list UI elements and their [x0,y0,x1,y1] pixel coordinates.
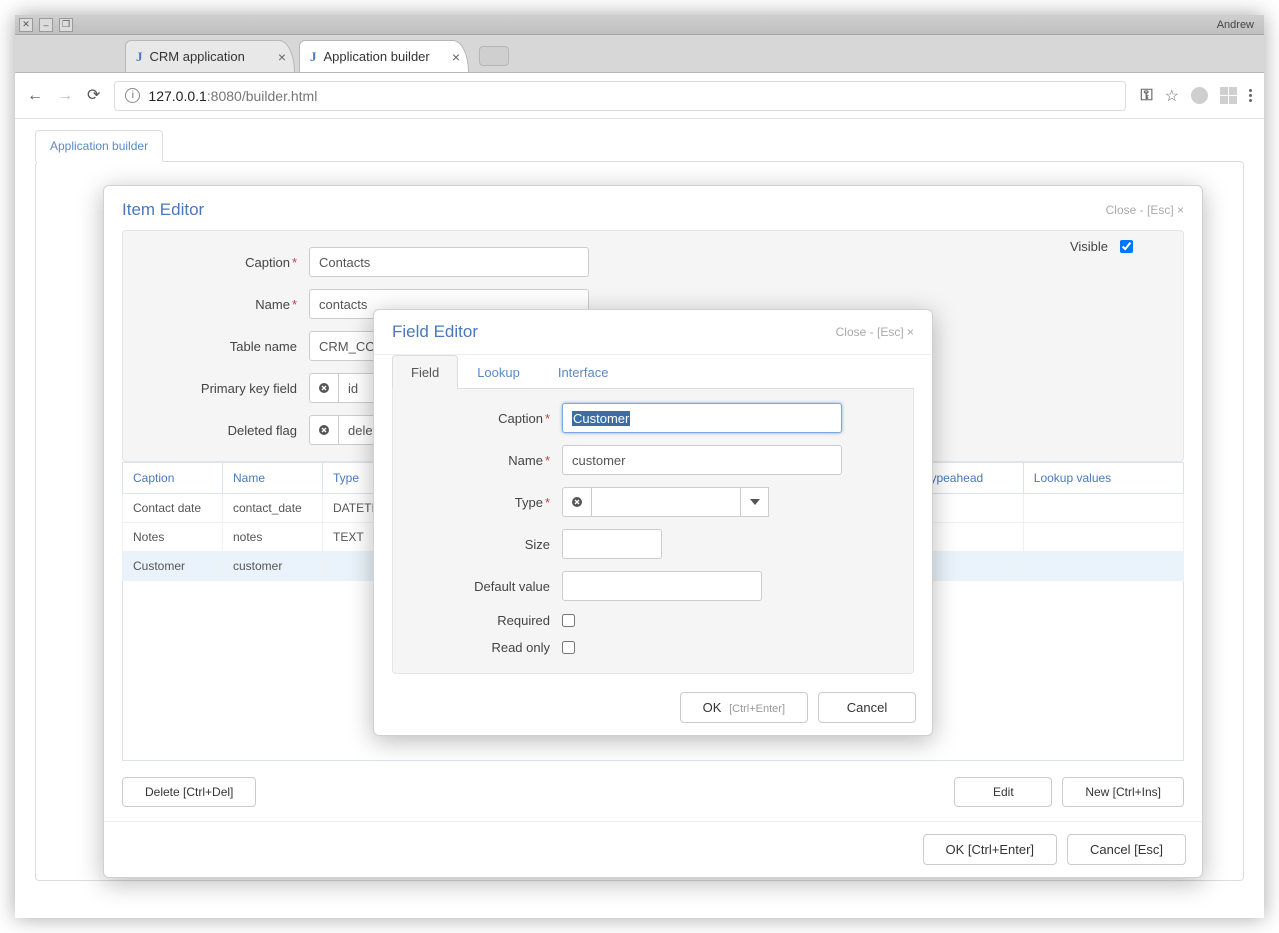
fields-delete-button[interactable]: Delete [Ctrl+Del] [122,777,256,807]
browser-tab-label: Application builder [324,49,430,64]
fields-new-button[interactable]: New [Ctrl+Ins] [1062,777,1184,807]
window-close-button[interactable]: ✕ [19,18,33,32]
field-editor-close-button[interactable]: Close - [Esc] × [836,325,914,339]
window-user-label: Andrew [1217,19,1260,31]
name-label: Name* [139,297,309,312]
caption-input[interactable] [309,247,589,277]
key-icon[interactable]: ⚿ [1140,87,1152,105]
window-titlebar: ✕ – ❐ Andrew [15,15,1264,35]
fe-required-checkbox[interactable] [562,614,575,627]
address-bar: ← → ⟳ i 127.0.0.1:8080/builder.html ⚿ ☆ [15,73,1264,119]
browser-tab-crm[interactable]: J CRM application × [125,40,295,72]
clear-value-button[interactable] [562,487,592,517]
tab-field[interactable]: Field [392,355,458,389]
fe-type-input[interactable] [591,487,741,517]
fe-readonly-label: Read only [407,640,562,655]
tab-lookup[interactable]: Lookup [458,355,539,389]
site-info-icon[interactable]: i [125,88,140,103]
fe-readonly-checkbox[interactable] [562,641,575,654]
bookmark-star-icon[interactable]: ☆ [1165,86,1179,106]
fe-caption-label: Caption* [407,411,562,426]
fe-name-input[interactable] [562,445,842,475]
reload-icon[interactable]: ⟳ [87,88,100,104]
app-j-icon: J [136,49,143,65]
window-maximize-button[interactable]: ❐ [59,18,73,32]
clear-value-button[interactable] [309,415,339,445]
window-minimize-button[interactable]: – [39,18,53,32]
new-tab-button[interactable] [479,46,509,66]
item-editor-cancel-button[interactable]: Cancel [Esc] [1067,834,1186,865]
field-editor-ok-button[interactable]: OK [Ctrl+Enter] [680,692,808,723]
back-icon[interactable]: ← [27,88,43,104]
caption-label: Caption* [139,255,309,270]
item-editor-title: Item Editor [122,200,204,220]
visible-checkbox[interactable] [1120,240,1133,253]
fe-required-label: Required [407,613,562,628]
col-name[interactable]: Name [223,463,323,494]
fe-type-label: Type* [407,495,562,510]
dropdown-button[interactable] [741,487,769,517]
clear-value-button[interactable] [309,373,339,403]
field-editor-cancel-button[interactable]: Cancel [818,692,916,723]
pk-label: Primary key field [139,381,309,396]
apps-grid-icon[interactable] [1220,87,1237,104]
url-host: 127.0.0.1 [148,88,206,104]
item-editor-close-button[interactable]: Close - [Esc] × [1106,203,1184,217]
fe-caption-input[interactable]: Customer [562,403,842,433]
browser-tab-builder[interactable]: J Application builder × [299,40,469,72]
globe-icon[interactable] [1191,87,1208,104]
fe-size-input[interactable] [562,529,662,559]
fe-size-label: Size [407,537,562,552]
deleted-label: Deleted flag [139,423,309,438]
field-editor-title: Field Editor [392,322,478,342]
fe-name-label: Name* [407,453,562,468]
url-path: :8080/builder.html [207,88,318,104]
visible-label: Visible [1060,239,1120,254]
app-j-icon: J [310,49,317,65]
fe-default-label: Default value [407,579,562,594]
col-caption[interactable]: Caption [123,463,223,494]
fe-default-input[interactable] [562,571,762,601]
close-icon[interactable]: × [278,49,286,65]
tablename-label: Table name [139,339,309,354]
menu-dots-icon[interactable] [1249,89,1252,102]
fields-edit-button[interactable]: Edit [954,777,1052,807]
page-tab-application-builder[interactable]: Application builder [35,130,163,162]
item-editor-ok-button[interactable]: OK [Ctrl+Enter] [923,834,1058,865]
col-lookup[interactable]: Lookup values [1023,463,1183,494]
browser-tab-label: CRM application [150,49,245,64]
url-input[interactable]: i 127.0.0.1:8080/builder.html [114,81,1126,111]
close-icon[interactable]: × [452,49,460,65]
tab-interface[interactable]: Interface [539,355,628,389]
field-editor-modal: Field Editor Close - [Esc] × Field Looku… [373,309,933,736]
forward-icon[interactable]: → [57,88,73,104]
browser-tab-strip: J CRM application × J Application builde… [15,35,1264,73]
